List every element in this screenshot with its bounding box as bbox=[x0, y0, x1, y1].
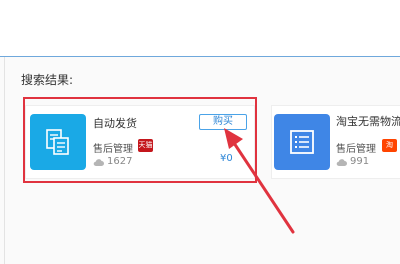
arrow-annotation bbox=[224, 128, 295, 234]
